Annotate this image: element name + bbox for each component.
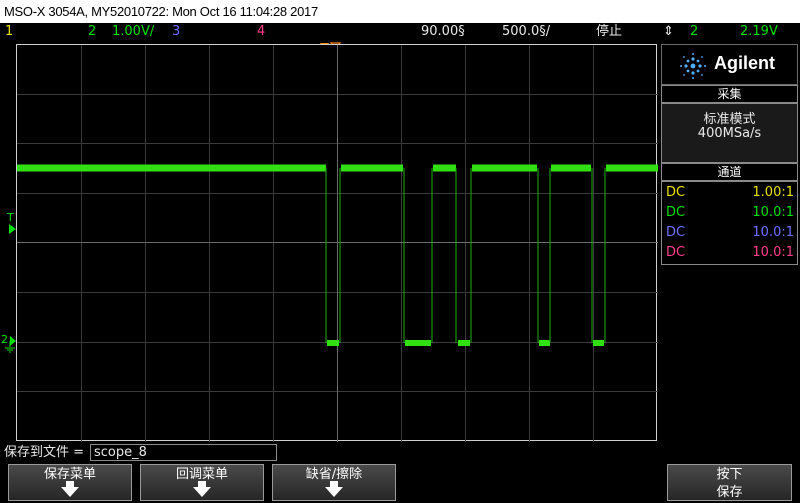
ch4-coupling: DC	[666, 245, 686, 260]
channel-row-3: DC 10.0:1	[662, 223, 799, 243]
save-file-label: 保存到文件 =	[4, 445, 85, 460]
ch1-probe: 1.00:1	[752, 185, 794, 200]
ch2-probe: 10.0:1	[752, 205, 794, 220]
trigger-edge-icon: ⇕	[663, 24, 674, 39]
channel-row-2: DC 10.0:1	[662, 203, 799, 223]
trigger-marker-label: T	[7, 211, 14, 224]
time-reference: 90.00§	[421, 24, 465, 39]
acquisition-header: 采集	[661, 85, 798, 103]
channel-row-4: DC 10.0:1	[662, 243, 799, 263]
ch1-coupling: DC	[666, 185, 686, 200]
trigger-level: 2.19V	[740, 24, 778, 39]
ch3-probe: 10.0:1	[752, 225, 794, 240]
default-erase-softkey[interactable]: 缺省/擦除	[272, 464, 396, 501]
acquisition-mode: 标准模式	[703, 112, 756, 127]
ch2-indicator[interactable]: 2	[88, 23, 96, 41]
save-file-bar: 保存到文件 = scope_8	[0, 443, 800, 463]
down-arrow-icon	[61, 481, 79, 497]
ch1-indicator[interactable]: 1	[5, 23, 13, 41]
ch2-coupling: DC	[666, 205, 686, 220]
save-filename-field[interactable]: scope_8	[90, 444, 277, 461]
press-to-save-softkey[interactable]: 按下 保存	[667, 464, 792, 501]
window-title: MSO-X 3054A, MY52010722: Mon Oct 16 11:0…	[0, 0, 800, 23]
agilent-spark-icon	[680, 53, 706, 79]
save-label: 保存	[716, 485, 743, 500]
sample-rate: 400MSa/s	[697, 126, 762, 141]
trigger-level-marker[interactable]: T	[7, 212, 14, 223]
ch2-scale: 1.00V/	[112, 24, 155, 39]
channels-panel: DC 1.00:1 DC 10.0:1 DC 10.0:1 DC 10.0:1	[661, 181, 798, 265]
trigger-source: 2	[690, 24, 699, 39]
press-label: 按下	[716, 467, 743, 482]
down-arrow-icon	[193, 481, 211, 497]
ch3-coupling: DC	[666, 225, 686, 240]
channels-header: 通道	[661, 163, 798, 181]
ch3-indicator[interactable]: 3	[172, 23, 180, 41]
save-menu-softkey[interactable]: 保存菜单	[8, 464, 132, 501]
brand-logo: Agilent	[661, 44, 798, 85]
status-bar: 1 2 1.00V/ 3 4 90.00§ 500.0§/ 停止 ⇕ 2 2.1…	[0, 23, 800, 41]
down-arrow-icon	[325, 481, 343, 497]
ch4-indicator[interactable]: 4	[257, 23, 265, 41]
recall-menu-softkey[interactable]: 回调菜单	[140, 464, 264, 501]
channel-row-1: DC 1.00:1	[662, 183, 799, 203]
brand-name: Agilent	[714, 53, 775, 73]
ch4-probe: 10.0:1	[752, 245, 794, 260]
ground-icon	[5, 336, 16, 353]
time-scale: 500.0§/	[502, 24, 551, 39]
sidebar: Agilent 采集 标准模式 400MSa/s 通道 DC 1.00:1 DC…	[661, 44, 798, 265]
acquisition-panel: 标准模式 400MSa/s	[661, 103, 798, 163]
waveform-display[interactable]	[16, 44, 658, 442]
run-state: 停止	[596, 24, 623, 39]
graticule	[17, 45, 658, 442]
